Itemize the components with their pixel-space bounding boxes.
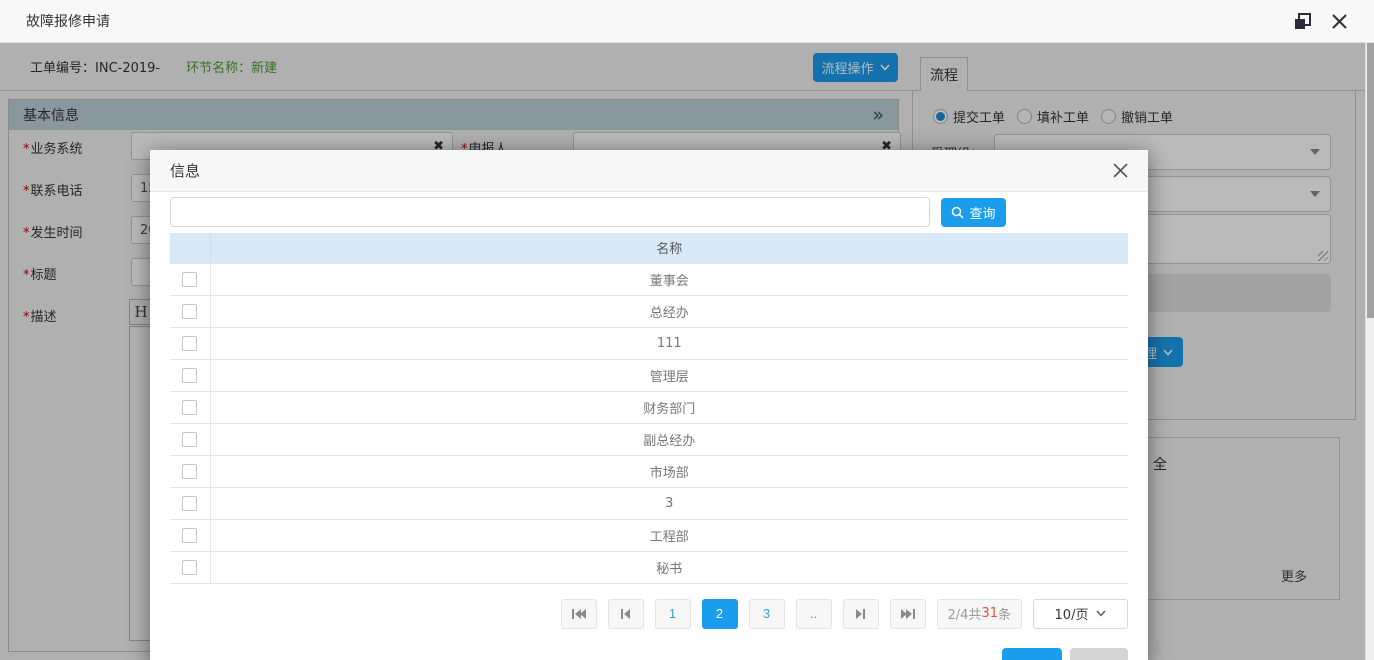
- page-ellipsis-button[interactable]: ..: [796, 599, 832, 629]
- row-checkbox[interactable]: [182, 304, 197, 319]
- table-row[interactable]: 秘书: [170, 551, 1128, 583]
- dialog-header: 信息: [150, 150, 1148, 192]
- table-row[interactable]: 总经办: [170, 295, 1128, 327]
- row-name-cell: 董事会: [210, 263, 1128, 295]
- page-button-2-active[interactable]: 2: [702, 599, 738, 629]
- prev-page-icon: [620, 608, 631, 620]
- row-checkbox[interactable]: [182, 464, 197, 479]
- first-page-icon: [571, 608, 587, 620]
- first-page-button[interactable]: [561, 599, 597, 629]
- row-checkbox[interactable]: [182, 336, 197, 351]
- restore-window-icon[interactable]: [1294, 13, 1311, 30]
- dialog-title: 信息: [170, 160, 200, 181]
- next-page-icon: [855, 608, 866, 620]
- row-checkbox[interactable]: [182, 400, 197, 415]
- row-name-cell: 市场部: [210, 455, 1128, 487]
- search-icon: [951, 206, 964, 219]
- table-row[interactable]: 副总经办: [170, 423, 1128, 455]
- page-size-select[interactable]: 10/页: [1033, 599, 1128, 629]
- table-row[interactable]: 工程部: [170, 519, 1128, 551]
- row-name-cell: 总经办: [210, 295, 1128, 327]
- dialog-body: 查询 名称 董事会 总经办: [150, 192, 1148, 629]
- row-checkbox[interactable]: [182, 368, 197, 383]
- last-page-button[interactable]: [890, 599, 926, 629]
- row-checkbox-cell: [170, 551, 210, 583]
- row-checkbox-cell: [170, 519, 210, 551]
- window-titlebar: 故障报修申请: [0, 0, 1374, 43]
- row-name-cell: 秘书: [210, 551, 1128, 583]
- row-checkbox-cell: [170, 295, 210, 327]
- row-checkbox-cell: [170, 391, 210, 423]
- row-checkbox[interactable]: [182, 496, 197, 511]
- table-header-row: 名称: [170, 233, 1128, 263]
- chevron-down-icon: [1096, 610, 1106, 617]
- page-size-value: 10/页: [1055, 604, 1089, 623]
- row-checkbox[interactable]: [182, 432, 197, 447]
- prev-page-button[interactable]: [608, 599, 644, 629]
- row-checkbox[interactable]: [182, 272, 197, 287]
- row-checkbox-cell: [170, 263, 210, 295]
- cancel-button[interactable]: [1070, 648, 1128, 660]
- info-dialog: 信息 查询 名称: [150, 150, 1148, 660]
- pagination-total-count: 31: [981, 606, 998, 621]
- row-name-cell: 3: [210, 487, 1128, 519]
- row-checkbox-cell: [170, 327, 210, 359]
- table-row[interactable]: 财务部门: [170, 391, 1128, 423]
- dialog-footer: [150, 648, 1148, 660]
- row-checkbox-cell: [170, 455, 210, 487]
- row-checkbox[interactable]: [182, 560, 197, 575]
- pagination-info: 2/4共31条: [937, 599, 1023, 629]
- table-row[interactable]: 3: [170, 487, 1128, 519]
- app-root: { "colors": { "accent": "#1b9dee", "step…: [0, 0, 1374, 660]
- dialog-close-icon[interactable]: [1113, 163, 1128, 178]
- table-row[interactable]: 市场部: [170, 455, 1128, 487]
- row-name-cell: 副总经办: [210, 423, 1128, 455]
- table-row[interactable]: 管理层: [170, 359, 1128, 391]
- pagination-info-suffix: 条: [998, 604, 1011, 623]
- page-button-1[interactable]: 1: [655, 599, 691, 629]
- row-name-cell: 111: [210, 327, 1128, 359]
- table-row[interactable]: 董事会: [170, 263, 1128, 295]
- scrollbar-thumb[interactable]: [1367, 43, 1374, 318]
- close-window-icon[interactable]: [1331, 13, 1348, 30]
- table-head: 名称: [170, 233, 1128, 263]
- search-row: 查询: [170, 197, 1128, 227]
- row-checkbox-cell: [170, 359, 210, 391]
- row-name-cell: 财务部门: [210, 391, 1128, 423]
- search-input[interactable]: [170, 197, 930, 227]
- pagination-info-prefix: 2/4共: [948, 604, 982, 623]
- row-name-cell: 管理层: [210, 359, 1128, 391]
- name-column-header: 名称: [210, 233, 1128, 263]
- table-body: 董事会 总经办 111 管理层: [170, 263, 1128, 583]
- row-checkbox[interactable]: [182, 528, 197, 543]
- row-checkbox-cell: [170, 487, 210, 519]
- row-name-cell: 工程部: [210, 519, 1128, 551]
- page-button-3[interactable]: 3: [749, 599, 785, 629]
- search-button-label: 查询: [969, 203, 995, 222]
- pagination: 1 2 3 .. 2/4共31条 10/页: [170, 599, 1128, 629]
- department-table: 名称 董事会 总经办 11: [170, 233, 1128, 584]
- window-controls: [1294, 13, 1348, 30]
- window-title: 故障报修申请: [26, 11, 110, 31]
- search-button[interactable]: 查询: [941, 198, 1006, 227]
- row-checkbox-cell: [170, 423, 210, 455]
- last-page-icon: [900, 608, 916, 620]
- next-page-button[interactable]: [843, 599, 879, 629]
- checkbox-column-header: [170, 233, 210, 263]
- table-row[interactable]: 111: [170, 327, 1128, 359]
- confirm-button[interactable]: [1002, 648, 1062, 660]
- page-scrollbar[interactable]: [1365, 43, 1374, 660]
